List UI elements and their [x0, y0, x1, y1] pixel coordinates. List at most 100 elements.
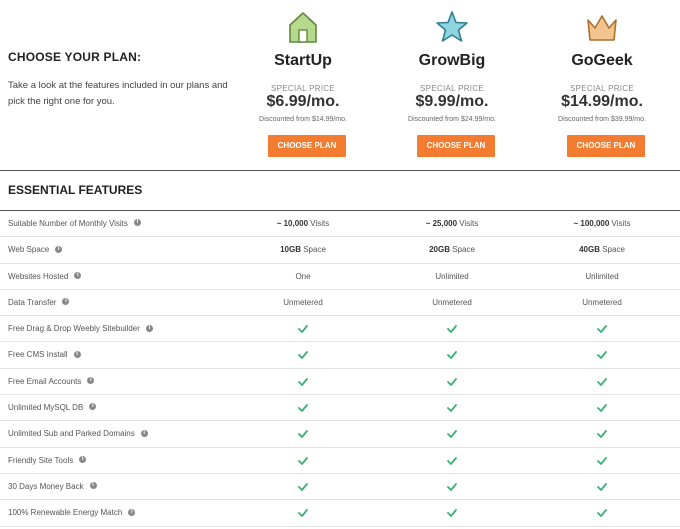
info-icon[interactable]: i	[89, 482, 97, 490]
feature-value	[527, 474, 677, 500]
choose-plan-description: Take a look at the features included in …	[8, 80, 228, 107]
feature-label: Friendly Site Tools i	[8, 448, 87, 474]
special-price-label: SPECIAL PRICE	[569, 84, 635, 93]
feature-value-text: Space	[450, 245, 475, 255]
choose-plan-button-gogeek[interactable]: CHOOSE PLAN	[567, 135, 645, 157]
info-icon[interactable]: i	[128, 508, 136, 516]
check-icon	[597, 325, 607, 333]
feature-label-text: Free CMS Install	[8, 350, 68, 360]
info-icon[interactable]: i	[74, 271, 82, 279]
feature-label: Unlimited MySQL DB i	[8, 395, 97, 421]
check-icon	[597, 430, 607, 439]
plan-name: StartUp	[274, 52, 332, 69]
plan-price: $14.99/mo.	[561, 93, 643, 110]
check-icon	[447, 351, 457, 360]
feature-value	[527, 342, 677, 368]
feature-label: Web Space i	[8, 237, 63, 263]
check-icon	[597, 377, 607, 386]
info-icon[interactable]: i	[62, 298, 70, 306]
feature-value	[377, 316, 527, 342]
check-icon	[298, 430, 308, 439]
choose-plan-button-growbig[interactable]: CHOOSE PLAN	[417, 135, 495, 157]
info-icon[interactable]: i	[89, 403, 97, 411]
feature-label: Free Email Accounts i	[8, 369, 95, 395]
choose-plan-button-startup[interactable]: CHOOSE PLAN	[268, 135, 346, 157]
feature-value	[377, 500, 527, 526]
check-icon	[447, 377, 457, 386]
feature-value	[228, 421, 378, 447]
info-icon[interactable]: i	[140, 429, 148, 437]
feature-label-text: Web Space	[8, 245, 50, 255]
feature-value	[377, 395, 527, 421]
discount-note: Discounted from $39.99/mo.	[558, 116, 646, 123]
feature-label-text: Free Drag & Drop Weebly Sitebuilder	[8, 324, 140, 334]
feature-value-text: Space	[600, 245, 625, 255]
info-icon[interactable]: i	[55, 245, 63, 253]
feature-label-text: Free Email Accounts	[8, 376, 82, 386]
check-icon	[298, 377, 308, 386]
feature-value	[527, 395, 677, 421]
features-table: Suitable Number of Monthly Visits i ~ 10,0…	[0, 211, 680, 527]
essential-features-heading: ESSENTIAL FEATURES	[8, 183, 143, 197]
feature-value-strong: 20GB	[429, 245, 450, 255]
feature-value-text: Space	[301, 245, 326, 255]
info-icon[interactable]: i	[133, 219, 141, 227]
info-icon[interactable]: i	[87, 377, 95, 385]
feature-row: Web Space i 10GB Space 20GB Space 40GB Space	[0, 237, 680, 264]
feature-value-text: Unmetered	[283, 297, 323, 307]
info-icon[interactable]: i	[73, 350, 81, 358]
feature-value	[228, 342, 378, 368]
check-icon	[597, 351, 607, 360]
feature-label-text: Unlimited MySQL DB	[8, 403, 84, 413]
feature-value	[527, 421, 677, 447]
feature-value: 10GB Space	[228, 237, 378, 263]
feature-value-text: Visits	[308, 219, 330, 228]
feature-label: 30 Days Money Back i	[8, 474, 97, 500]
check-icon	[447, 456, 457, 465]
feature-value	[228, 369, 378, 395]
feature-label-text: Suitable Number of Monthly Visits	[8, 219, 128, 228]
check-icon	[447, 430, 457, 439]
feature-value: Unmetered	[377, 290, 527, 316]
discount-note: Discounted from $14.99/mo.	[259, 116, 347, 123]
feature-label: Free Drag & Drop Weebly Sitebuilder i	[8, 316, 153, 342]
feature-value	[377, 342, 527, 368]
feature-value-text: Unlimited	[585, 271, 619, 281]
special-price-label: SPECIAL PRICE	[419, 84, 485, 93]
feature-value	[377, 474, 527, 500]
info-icon[interactable]: i	[79, 456, 87, 464]
feature-value	[527, 369, 677, 395]
feature-row: Websites Hosted i One Unlimited Unlimited	[0, 264, 680, 290]
feature-value: One	[228, 264, 378, 290]
feature-value-strong: ~ 10,000	[276, 219, 309, 228]
check-icon	[298, 509, 308, 518]
check-icon	[597, 482, 607, 491]
check-icon	[298, 404, 308, 412]
feature-row: 30 Days Money Back i	[0, 474, 680, 501]
feature-row: Data Transfer i Unmetered Unmetered Unmetere…	[0, 290, 680, 317]
crown-icon	[587, 15, 617, 41]
feature-label: Websites Hosted i	[8, 264, 82, 290]
feature-value: 20GB Space	[377, 237, 527, 263]
feature-value	[377, 369, 527, 395]
special-price-label: SPECIAL PRICE	[270, 84, 336, 93]
feature-label: 100% Renewable Energy Match i	[8, 500, 136, 526]
feature-label-text: Unlimited Sub and Parked Domains	[8, 429, 135, 439]
feature-value	[228, 395, 378, 421]
feature-value-strong: 40GB	[579, 245, 600, 255]
feature-value-text: Visits	[457, 219, 479, 228]
check-icon	[597, 509, 607, 518]
feature-value-text: Unmetered	[582, 297, 622, 307]
plan-price: $9.99/mo.	[415, 93, 489, 110]
feature-label: Data Transfer i	[8, 290, 70, 316]
check-icon	[298, 325, 308, 333]
feature-value: Unlimited	[377, 264, 527, 290]
choose-plan-heading: CHOOSE YOUR PLAN:	[8, 50, 142, 64]
feature-value	[527, 500, 677, 526]
feature-label-text: Data Transfer	[8, 297, 57, 307]
plan-name: GrowBig	[418, 52, 486, 69]
feature-value: Unmetered	[527, 290, 677, 316]
info-icon[interactable]: i	[145, 324, 153, 332]
check-icon	[597, 404, 607, 412]
house-icon	[289, 12, 317, 43]
